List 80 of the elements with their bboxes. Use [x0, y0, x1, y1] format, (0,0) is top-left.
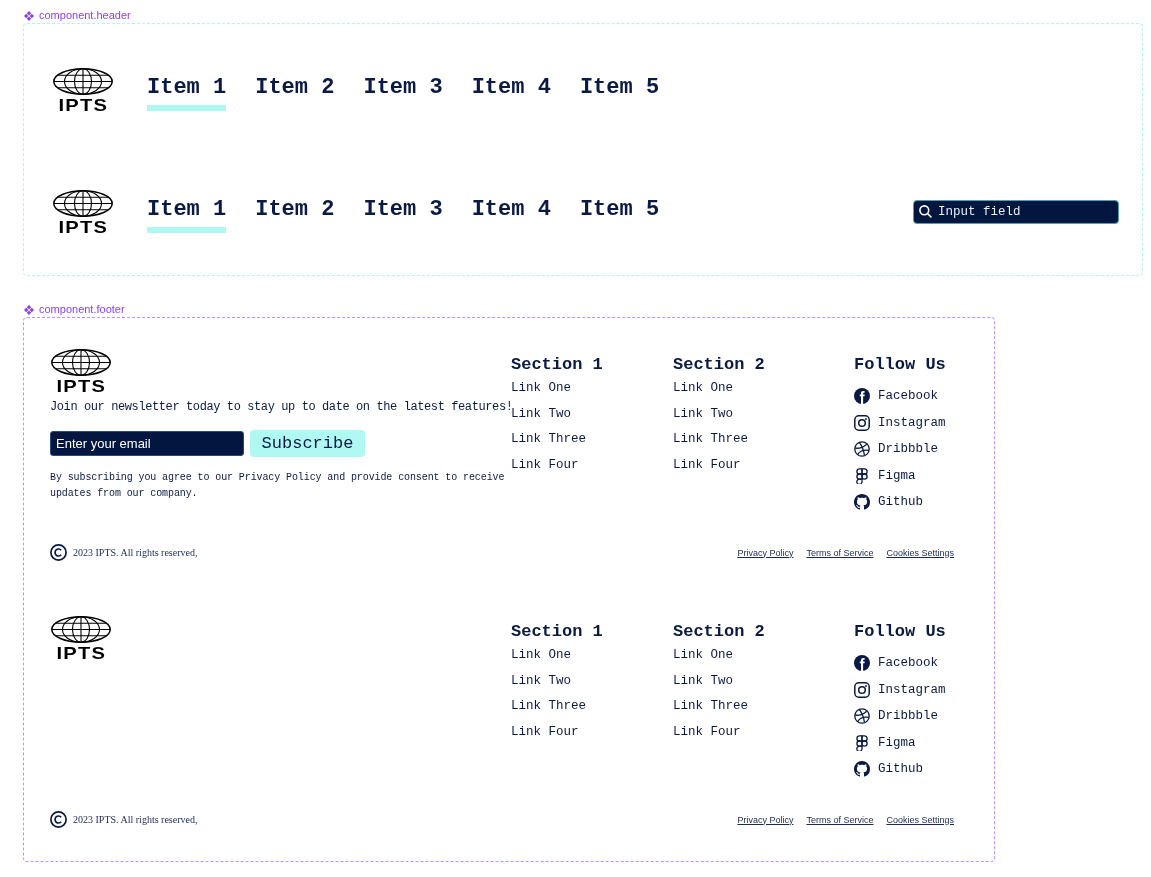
newsletter-text: Join our newsletter today to stay up to date on the latest features! — [50, 399, 513, 414]
dribbble-icon — [854, 441, 870, 458]
subscribe-button[interactable]: Subscribe — [250, 430, 365, 457]
nav-item[interactable]: Item 1 — [147, 69, 227, 111]
footer-link[interactable]: Link Two — [511, 401, 571, 428]
figma-icon — [854, 467, 870, 484]
social-link[interactable]: Dribbble — [854, 703, 938, 730]
nav-item[interactable]: Item 3 — [363, 191, 443, 233]
legal-link[interactable]: Privacy Policy — [737, 547, 794, 558]
search-field[interactable]: Input field — [913, 200, 1119, 224]
footer-link[interactable]: Link One — [511, 376, 571, 402]
social-link[interactable]: Dribbble — [854, 436, 938, 463]
logo-text: IPTS — [56, 646, 107, 660]
footer-link[interactable]: Link Four — [511, 452, 579, 479]
globe-icon — [51, 349, 111, 376]
footer-link[interactable]: Link Three — [673, 427, 748, 453]
legal-link[interactable]: Terms of Service — [806, 547, 874, 558]
figma-icon — [854, 734, 870, 751]
github-icon — [854, 494, 870, 511]
footer-link[interactable]: Link Four — [673, 719, 741, 746]
frame-label: component.header — [39, 8, 131, 23]
nav-item[interactable]: Item 2 — [255, 191, 335, 233]
dribbble-icon — [854, 708, 870, 725]
copyright-text: 2023 IPTS. All rights reserved, — [73, 814, 198, 825]
social-link[interactable]: Instagram — [854, 676, 946, 703]
section-heading: Section 2 — [673, 621, 765, 643]
footer-link[interactable]: Link Three — [673, 694, 748, 720]
component-icon — [24, 10, 34, 21]
social-link[interactable]: Instagram — [854, 409, 946, 436]
component-icon — [24, 304, 34, 315]
copyright-text: 2023 IPTS. All rights reserved, — [73, 547, 198, 558]
copyright-icon — [50, 811, 67, 828]
logo-text: IPTS — [58, 220, 109, 234]
facebook-icon — [854, 388, 870, 405]
email-field[interactable]: Enter your email — [50, 431, 244, 456]
section-heading: Section 1 — [511, 354, 603, 376]
facebook-icon — [854, 655, 870, 672]
section-heading: Section 2 — [673, 354, 765, 376]
nav-item[interactable]: Item 4 — [471, 191, 551, 233]
globe-icon — [51, 616, 111, 643]
footer-link[interactable]: Link Three — [511, 694, 586, 720]
social-link[interactable]: Figma — [854, 462, 916, 489]
logo-text: IPTS — [58, 98, 109, 112]
footer-link[interactable]: Link Three — [511, 427, 586, 453]
footer-link[interactable]: Link Four — [511, 719, 579, 746]
section-heading: Follow Us — [854, 354, 946, 376]
footer-link[interactable]: Link Four — [673, 452, 741, 479]
footer-link[interactable]: Link One — [511, 643, 571, 669]
copyright-icon — [50, 544, 67, 561]
instagram-icon — [854, 414, 870, 431]
disclaimer-text: By subscribing you agree to our Privacy Policy and provide consent to receive updates from our company. — [50, 471, 506, 501]
globe-icon — [53, 190, 113, 217]
footer-link[interactable]: Link Two — [511, 668, 571, 695]
search-icon — [919, 205, 932, 218]
nav-item[interactable]: Item 2 — [255, 69, 335, 111]
social-link[interactable]: Github — [854, 489, 923, 516]
legal-link[interactable]: Cookies Settings — [886, 547, 954, 558]
footer-link[interactable]: Link One — [673, 643, 733, 669]
github-icon — [854, 761, 870, 778]
legal-link[interactable]: Cookies Settings — [886, 814, 954, 825]
globe-icon — [53, 68, 113, 95]
section-heading: Follow Us — [854, 621, 946, 643]
footer-link[interactable]: Link One — [673, 376, 733, 402]
social-link[interactable]: Facebook — [854, 650, 938, 677]
nav-item[interactable]: Item 4 — [471, 69, 551, 111]
social-link[interactable]: Facebook — [854, 383, 938, 410]
legal-link[interactable]: Terms of Service — [806, 814, 874, 825]
social-link[interactable]: Github — [854, 756, 923, 783]
logo-text: IPTS — [56, 379, 107, 393]
instagram-icon — [854, 681, 870, 698]
nav-item[interactable]: Item 3 — [363, 69, 443, 111]
nav-item[interactable]: Item 5 — [579, 69, 660, 111]
nav-item[interactable]: Item 1 — [147, 191, 227, 233]
social-link[interactable]: Figma — [854, 729, 916, 756]
nav-item[interactable]: Item 5 — [579, 191, 660, 233]
legal-link[interactable]: Privacy Policy — [737, 814, 794, 825]
section-heading: Section 1 — [511, 621, 603, 643]
footer-link[interactable]: Link Two — [673, 668, 733, 695]
footer-link[interactable]: Link Two — [673, 401, 733, 428]
frame-label: component.footer — [39, 302, 125, 317]
